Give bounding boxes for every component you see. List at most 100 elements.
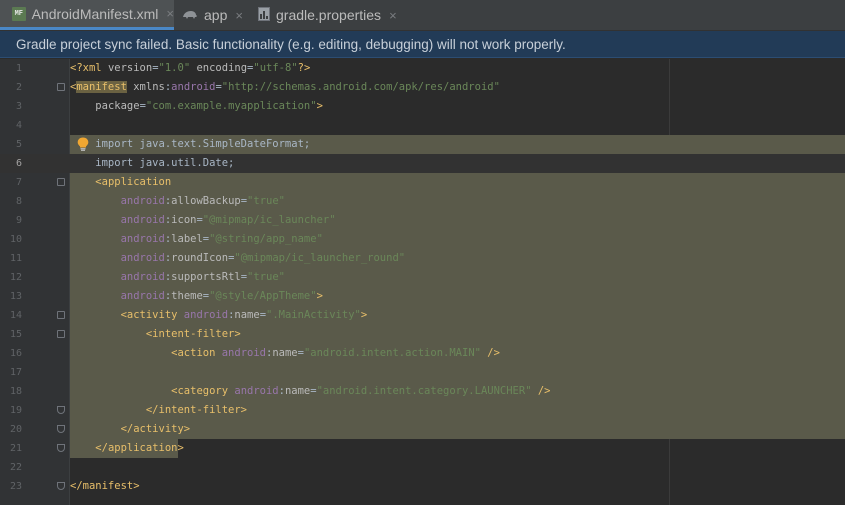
code-line[interactable]: 7 <application xyxy=(0,173,845,192)
code-line[interactable]: 15 <intent-filter> xyxy=(0,325,845,344)
code-token: android xyxy=(171,81,216,93)
tab-label: AndroidManifest.xml xyxy=(31,5,159,22)
tab-gradle-properties[interactable]: gradle.properties × xyxy=(250,0,400,30)
code-text: android:supportsRtl="true" xyxy=(70,268,285,287)
code-token: "@mipmap/ic_launcher_round" xyxy=(234,252,406,264)
code-line[interactable]: 13 android:theme="@style/AppTheme"> xyxy=(0,287,845,306)
manifest-file-icon: MF xyxy=(12,6,26,21)
close-icon[interactable]: × xyxy=(389,8,397,23)
code-line[interactable]: 4 xyxy=(0,116,845,135)
close-icon[interactable]: × xyxy=(166,6,174,21)
tab-label: gradle.properties xyxy=(276,7,382,23)
code-line[interactable]: 22 xyxy=(0,458,845,477)
code-text: </intent-filter> xyxy=(70,401,247,420)
code-token: label xyxy=(171,233,203,245)
code-token: "http://schemas.android.com/apk/res/andr… xyxy=(221,81,500,93)
code-token: <action xyxy=(171,347,222,359)
code-text: android:theme="@style/AppTheme"> xyxy=(70,287,323,306)
code-token: "@style/AppTheme" xyxy=(209,290,317,302)
line-number: 12 xyxy=(9,272,22,283)
code-token: /> xyxy=(531,385,551,397)
banner-message: Gradle project sync failed. Basic functi… xyxy=(16,37,566,52)
code-token: name xyxy=(234,309,260,321)
code-token: > xyxy=(316,290,323,302)
code-token: android xyxy=(120,195,165,207)
code-token: > xyxy=(316,100,323,112)
line-number: 9 xyxy=(15,215,22,226)
tab-androidmanifest[interactable]: MF AndroidManifest.xml × xyxy=(0,0,174,30)
line-number: 3 xyxy=(15,101,22,112)
code-text: <manifest xmlns:android="http://schemas.… xyxy=(70,78,500,97)
code-line[interactable]: 14 <activity android:name=".MainActivity… xyxy=(0,306,845,325)
code-text: android:allowBackup="true" xyxy=(70,192,285,211)
fold-toggle-icon[interactable] xyxy=(57,178,65,186)
code-text: <application xyxy=(70,173,171,192)
code-token: import java.text.SimpleDateFormat; xyxy=(70,138,311,150)
code-token: "android.intent.action.MAIN" xyxy=(303,347,481,359)
fold-toggle-icon[interactable] xyxy=(57,444,65,452)
code-token: name xyxy=(272,347,298,359)
code-token: name xyxy=(284,385,311,397)
code-token: android xyxy=(120,214,165,226)
code-token: <intent-filter> xyxy=(145,328,241,340)
line-number: 4 xyxy=(15,120,22,131)
lightbulb-icon[interactable] xyxy=(77,137,89,151)
fold-toggle-icon[interactable] xyxy=(57,482,65,490)
close-icon[interactable]: × xyxy=(235,8,243,23)
line-number: 1 xyxy=(15,63,22,74)
tab-app[interactable]: app × xyxy=(176,0,248,30)
code-token: <activity xyxy=(120,309,184,321)
fold-toggle-icon[interactable] xyxy=(57,406,65,414)
code-token: <application xyxy=(95,176,172,188)
fold-toggle-icon[interactable] xyxy=(57,311,65,319)
code-token: android xyxy=(120,252,165,264)
fold-toggle-icon[interactable] xyxy=(57,330,65,338)
code-line[interactable]: 6 import java.util.Date; xyxy=(0,154,845,173)
code-line[interactable]: 10 android:label="@string/app_name" xyxy=(0,230,845,249)
code-token: encoding xyxy=(196,62,248,74)
code-line[interactable]: 19 </intent-filter> xyxy=(0,401,845,420)
code-token: theme xyxy=(171,290,203,302)
code-line[interactable]: 18 <category android:name="android.inten… xyxy=(0,382,845,401)
code-line[interactable]: 20 </activity> xyxy=(0,420,845,439)
code-token: android xyxy=(120,290,165,302)
code-line[interactable]: 9 android:icon="@mipmap/ic_launcher" xyxy=(0,211,845,230)
code-line[interactable]: 3 package="com.example.myapplication"> xyxy=(0,97,845,116)
line-number: 13 xyxy=(9,291,22,302)
code-token: "android.intent.category.LAUNCHER" xyxy=(316,385,532,397)
code-line[interactable]: 16 <action android:name="android.intent.… xyxy=(0,344,845,363)
fold-toggle-icon[interactable] xyxy=(57,83,65,91)
code-editor[interactable]: 1 <?xml version="1.0" encoding="utf-8"?> 2… xyxy=(0,59,845,505)
code-line[interactable]: 8 android:allowBackup="true" xyxy=(0,192,845,211)
code-token: android xyxy=(234,385,279,397)
line-number: 17 xyxy=(9,367,22,378)
code-token: manifest xyxy=(76,81,127,93)
code-line[interactable]: 11 android:roundIcon="@mipmap/ic_launche… xyxy=(0,249,845,268)
code-line[interactable]: 2 <manifest xmlns:android="http://schemas… xyxy=(0,78,845,97)
code-text: </activity> xyxy=(70,420,191,439)
code-line[interactable]: 23 </manifest> xyxy=(0,477,845,496)
line-number: 15 xyxy=(9,329,22,340)
line-number: 21 xyxy=(9,443,22,454)
code-line[interactable]: 17 xyxy=(0,363,845,382)
line-number: 2 xyxy=(15,82,22,93)
line-number: 6 xyxy=(15,158,22,169)
code-text: android:roundIcon="@mipmap/ic_launcher_r… xyxy=(70,249,406,268)
editor-tab-bar: MF AndroidManifest.xml × app × gradle.pr… xyxy=(0,0,845,31)
fold-toggle-icon[interactable] xyxy=(57,425,65,433)
code-line[interactable]: 5 import java.text.SimpleDateFormat; xyxy=(0,135,845,154)
code-text: import java.util.Date; xyxy=(70,154,234,173)
code-line[interactable]: 21 </application> xyxy=(0,439,845,458)
code-line[interactable]: 12 android:supportsRtl="true" xyxy=(0,268,845,287)
line-number: 5 xyxy=(15,139,22,150)
code-line[interactable]: 1 <?xml version="1.0" encoding="utf-8"?> xyxy=(0,59,845,78)
